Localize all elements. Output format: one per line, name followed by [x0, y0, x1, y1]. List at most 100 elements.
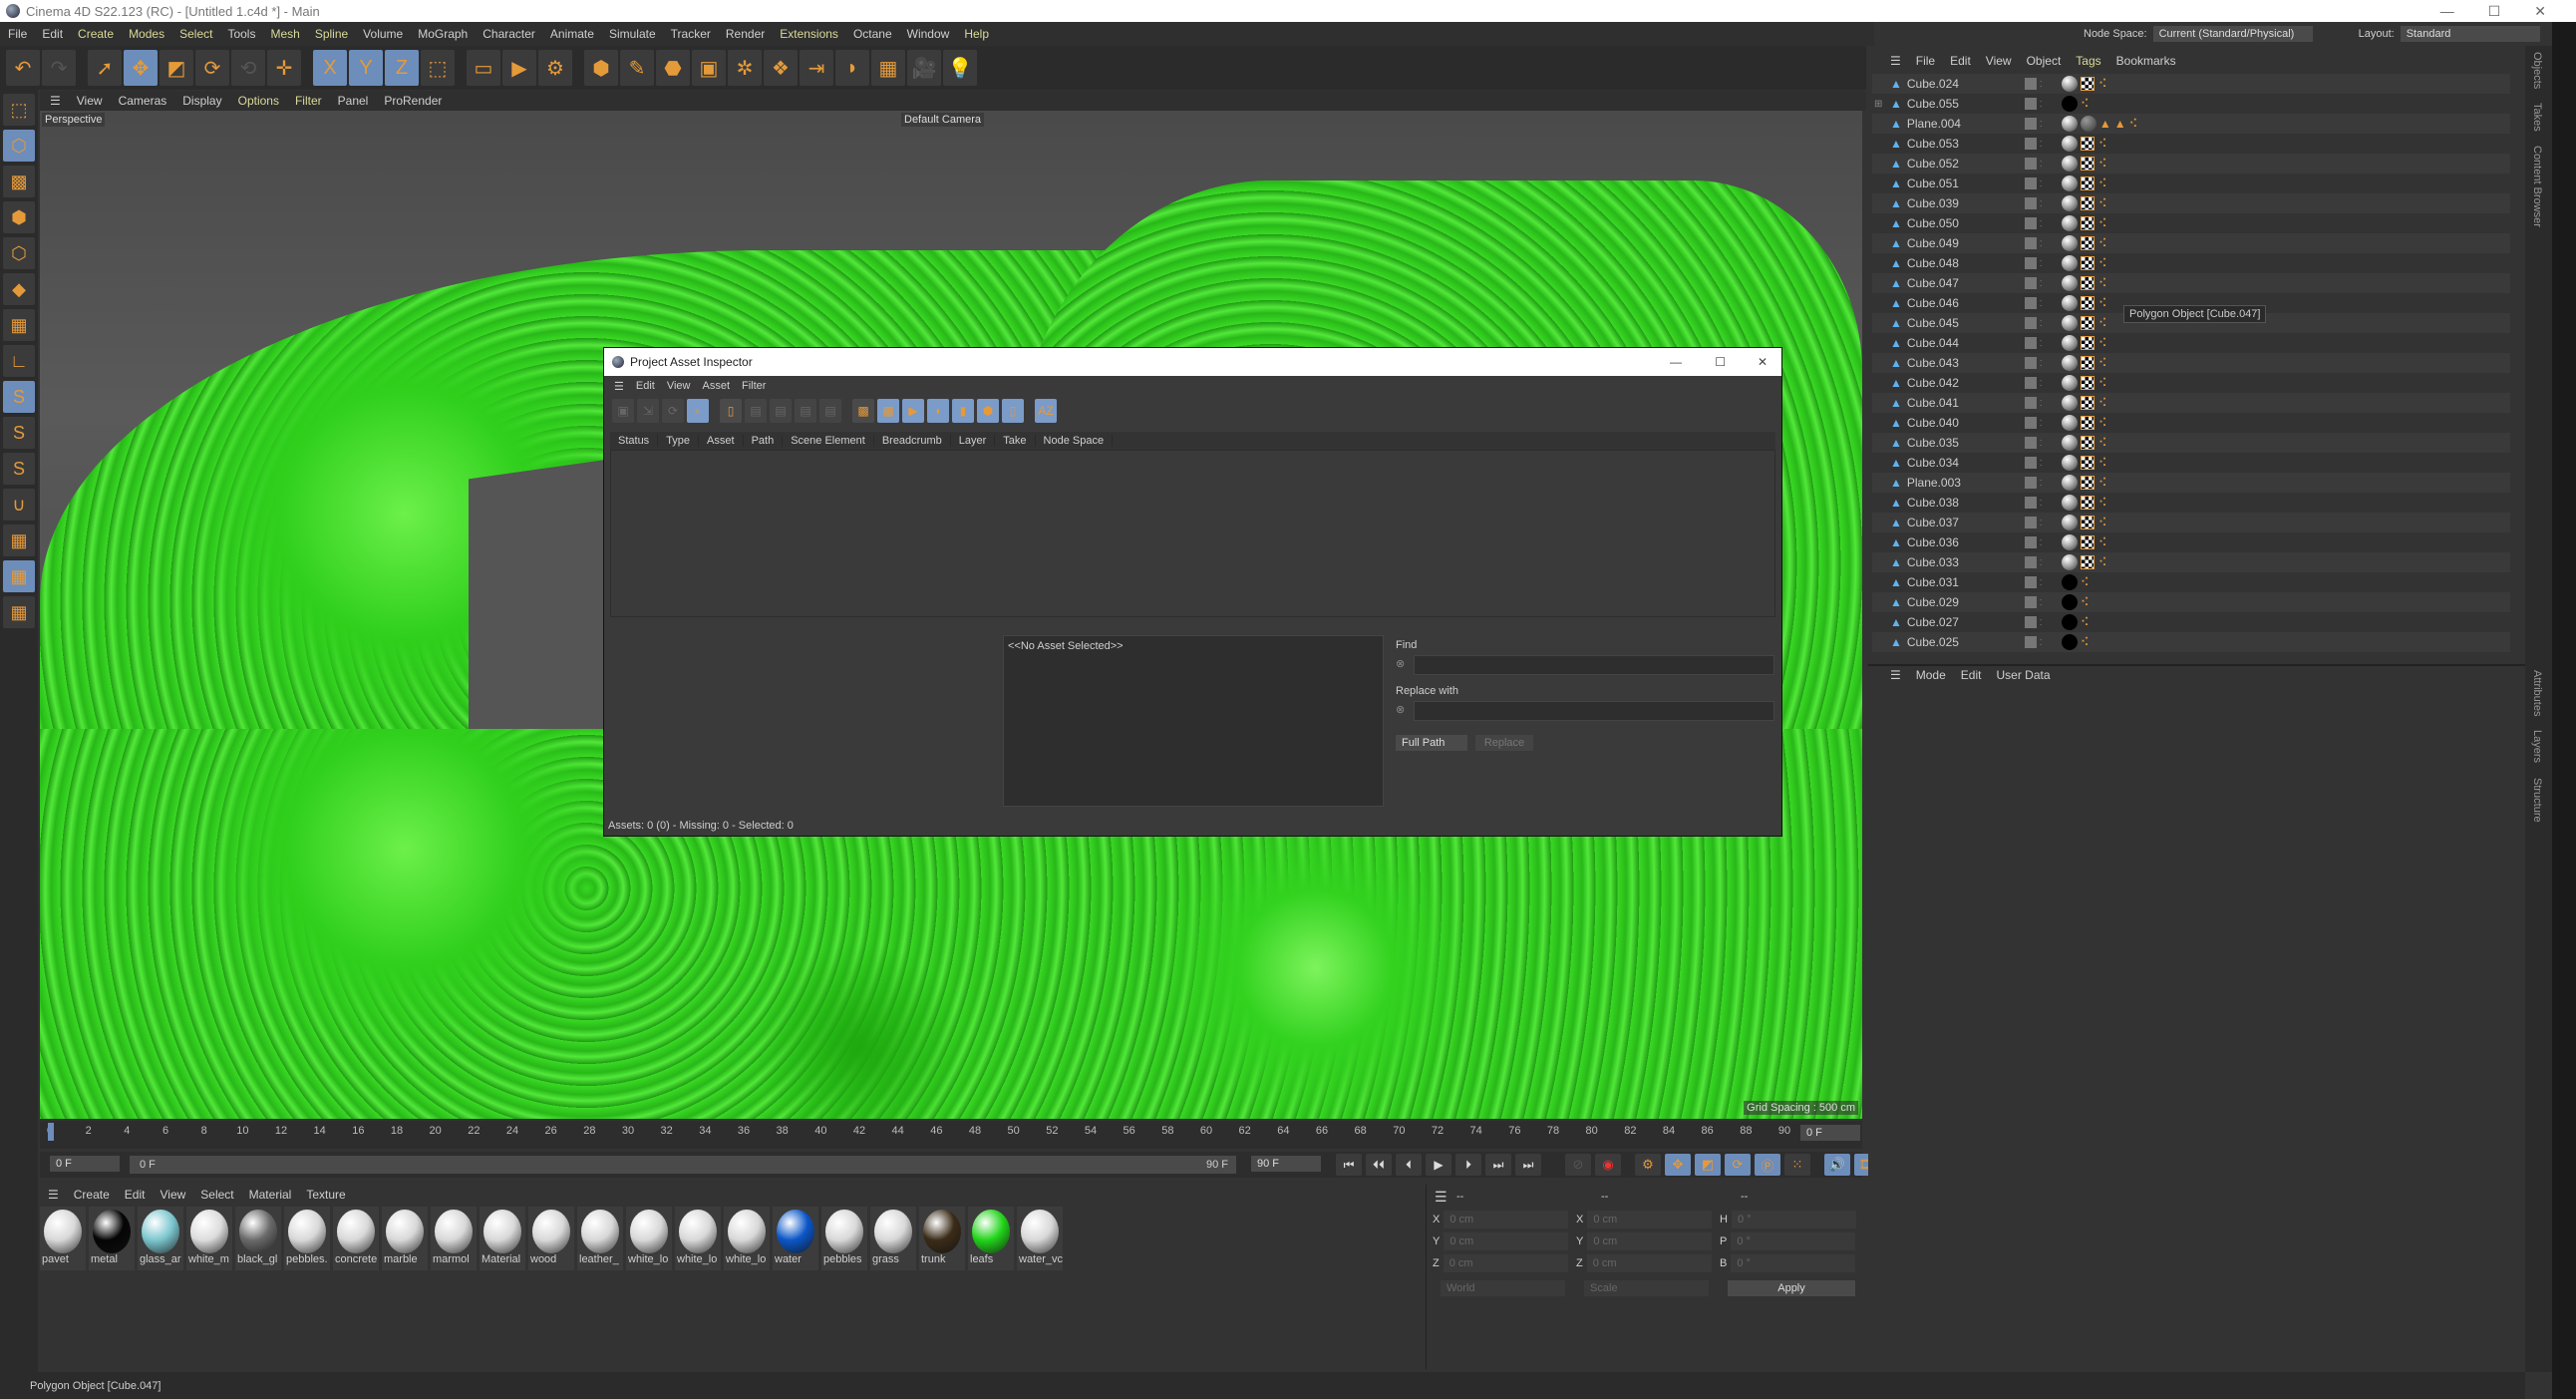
menu-simulate[interactable]: Simulate	[609, 27, 656, 41]
layer-checkbox[interactable]	[2024, 257, 2037, 269]
material-tag-icon[interactable]	[2061, 116, 2078, 132]
objects-menu-bookmarks[interactable]: Bookmarks	[2116, 54, 2176, 68]
floor-icon[interactable]: ▦	[871, 50, 905, 86]
menu-select[interactable]: Select	[179, 27, 212, 41]
camera-icon[interactable]: 🎥	[907, 50, 941, 86]
layer-checkbox[interactable]	[2024, 576, 2037, 588]
object-row[interactable]: ▲ Cube.027 ⁚ ⠪	[1872, 612, 2510, 632]
uvw-tag-icon[interactable]	[2080, 77, 2094, 91]
solo-icon[interactable]: S	[3, 381, 35, 413]
layer-checkbox[interactable]	[2024, 357, 2037, 369]
uvw-tag-icon[interactable]	[2080, 356, 2094, 370]
visibility-dots-icon[interactable]: ⁚	[2040, 578, 2046, 587]
object-name[interactable]: Cube.024	[1907, 77, 2025, 91]
object-name[interactable]: Cube.037	[1907, 516, 2025, 529]
uvw-tag-icon[interactable]	[2080, 176, 2094, 190]
visibility-dots-icon[interactable]: ⁚	[2040, 359, 2046, 368]
menu-help[interactable]: Help	[964, 27, 989, 41]
side-tab-takes[interactable]: Takes	[2531, 103, 2543, 132]
phong-tag-icon[interactable]: ⠪	[2098, 416, 2107, 430]
menu-octane[interactable]: Octane	[853, 27, 892, 41]
object-name[interactable]: Cube.048	[1907, 256, 2025, 270]
asset-tool-icon[interactable]: ▣	[612, 399, 634, 423]
scale-icon[interactable]: ◩	[160, 50, 193, 86]
object-name[interactable]: Cube.051	[1907, 176, 2025, 190]
visibility-dots-icon[interactable]: ⁚	[2040, 140, 2046, 149]
material-tag-icon[interactable]	[2061, 475, 2078, 491]
object-row[interactable]: ▲ Cube.033 ⁚ ⠪	[1872, 552, 2510, 572]
object-name[interactable]: Cube.039	[1907, 196, 2025, 210]
object-row[interactable]: ▲ Cube.050 ⁚ ⠪	[1872, 213, 2510, 233]
material-tag-icon[interactable]	[2061, 255, 2078, 271]
phong-tag-icon[interactable]: ⠪	[2098, 456, 2107, 470]
viewport-menu-panel[interactable]: Panel	[338, 94, 369, 108]
asset-tool-icon[interactable]: ▯	[720, 399, 742, 423]
visibility-dots-icon[interactable]: ⁚	[2040, 439, 2046, 448]
workplane-align-icon[interactable]: ▦	[3, 596, 35, 628]
light-icon[interactable]: 💡	[943, 50, 977, 86]
material-tag-icon[interactable]	[2061, 574, 2078, 590]
material-swatch[interactable]: glass_ar	[138, 1207, 183, 1270]
object-row[interactable]: ▲ Cube.038 ⁚ ⠪	[1872, 493, 2510, 513]
material-menu-view[interactable]: View	[160, 1188, 185, 1202]
material-tag-icon[interactable]	[2061, 614, 2078, 630]
sound-icon[interactable]: 🔊	[1824, 1154, 1850, 1176]
key-position-icon[interactable]: ✥	[1665, 1154, 1691, 1176]
object-row[interactable]: ▲ Cube.052 ⁚ ⠪	[1872, 154, 2510, 174]
material-tag-icon[interactable]	[2061, 315, 2078, 331]
autokey-icon[interactable]: ⊘	[1565, 1154, 1591, 1176]
object-name[interactable]: Cube.049	[1907, 236, 2025, 250]
material-swatch[interactable]: black_gl	[235, 1207, 281, 1270]
maximize-button[interactable]: ☐	[2488, 0, 2501, 22]
phong-tag-icon[interactable]: ⠪	[2098, 296, 2107, 310]
move-icon[interactable]: ✥	[124, 50, 158, 86]
keyframe-settings-icon[interactable]: ⚙	[1635, 1154, 1661, 1176]
phong-tag-icon[interactable]: ⠪	[2098, 236, 2107, 250]
end-frame-field[interactable]: 90 F	[1251, 1156, 1321, 1172]
coord-value-field[interactable]: 0 cm	[1443, 1254, 1568, 1272]
object-name[interactable]: Cube.053	[1907, 137, 2025, 151]
start-frame-field[interactable]: 0 F	[50, 1156, 120, 1172]
column-header-asset[interactable]: Asset	[699, 435, 744, 447]
uvw-tag-icon[interactable]	[2080, 456, 2094, 470]
cloner-icon[interactable]: ✲	[728, 50, 762, 86]
material-swatch[interactable]: concrete	[333, 1207, 379, 1270]
column-header-take[interactable]: Take	[995, 435, 1036, 447]
object-name[interactable]: Cube.044	[1907, 336, 2025, 350]
visibility-dots-icon[interactable]: ⁚	[2040, 199, 2046, 208]
coord-value-field[interactable]: 0 cm	[1587, 1211, 1713, 1228]
layer-checkbox[interactable]	[2024, 457, 2037, 469]
uvw-tag-icon[interactable]	[2080, 296, 2094, 310]
material-tag-icon[interactable]	[2080, 116, 2096, 132]
visibility-dots-icon[interactable]: ⁚	[2040, 80, 2046, 89]
texture-mode-icon[interactable]: ▩	[3, 166, 35, 197]
uvw-tag-icon[interactable]	[2080, 376, 2094, 390]
polygons-mode-icon[interactable]: ◆	[3, 273, 35, 305]
phong-tag-icon[interactable]: ⠪	[2098, 196, 2107, 210]
material-tag-icon[interactable]	[2061, 395, 2078, 411]
column-header-type[interactable]: Type	[658, 435, 700, 447]
layer-checkbox[interactable]	[2024, 118, 2037, 130]
material-tag-icon[interactable]	[2061, 195, 2078, 211]
material-swatch[interactable]: water_vc	[1017, 1207, 1063, 1270]
object-name[interactable]: Cube.040	[1907, 416, 2025, 430]
dialog-menu-filter[interactable]: Filter	[742, 380, 766, 392]
layer-checkbox[interactable]	[2024, 297, 2037, 309]
make-editable-icon[interactable]: ⬚	[3, 94, 35, 126]
menu-character[interactable]: Character	[483, 27, 535, 41]
visibility-dots-icon[interactable]: ⁚	[2040, 160, 2046, 169]
field-icon[interactable]: ◗	[835, 50, 869, 86]
dialog-menu-asset[interactable]: Asset	[703, 380, 731, 392]
object-row[interactable]: ▲ Cube.034 ⁚ ⠪	[1872, 453, 2510, 473]
menu-icon[interactable]: ☰	[1890, 668, 1901, 682]
objects-menu-view[interactable]: View	[1986, 54, 2012, 68]
uvw-tag-icon[interactable]	[2080, 316, 2094, 330]
object-row[interactable]: ▲ Cube.029 ⁚ ⠪	[1872, 592, 2510, 612]
asset-tool-icon[interactable]: ▤	[819, 399, 841, 423]
object-name[interactable]: Cube.038	[1907, 496, 2025, 510]
material-tag-icon[interactable]	[2061, 375, 2078, 391]
layer-checkbox[interactable]	[2024, 158, 2037, 170]
phong-tag-icon[interactable]: ⠪	[2098, 436, 2107, 450]
uvw-tag-icon[interactable]	[2080, 516, 2094, 529]
dialog-minimize-button[interactable]: —	[1670, 355, 1682, 369]
